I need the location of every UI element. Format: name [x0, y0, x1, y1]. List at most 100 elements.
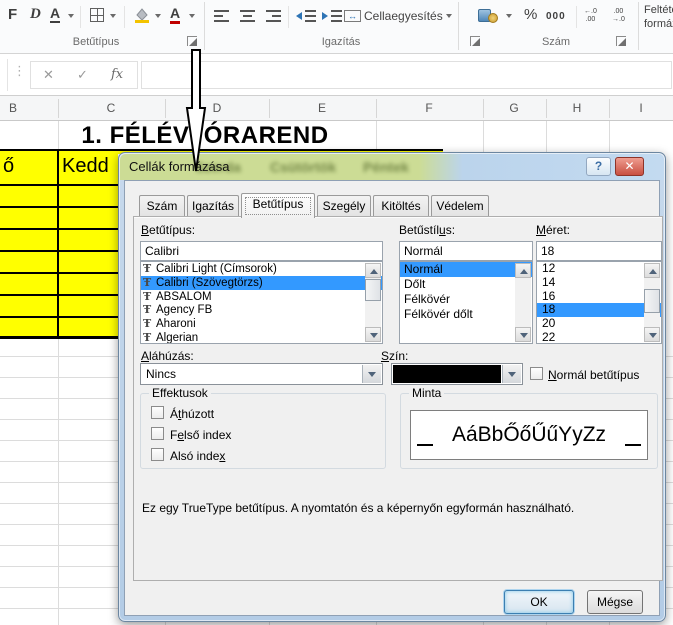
font-name-input[interactable]: Calibri [140, 241, 383, 261]
increase-indent-button[interactable] [322, 10, 342, 22]
decrease-indent-button[interactable] [296, 10, 316, 22]
font-list-item-selected[interactable]: ŦCalibri (Szövegtörzs) [141, 276, 382, 290]
fill-color-dropdown-icon[interactable] [155, 14, 161, 18]
column-header-g[interactable]: G [509, 101, 518, 115]
size-item-selected[interactable]: 18 [537, 303, 661, 317]
font-description: Ez egy TrueType betűtípus. A nyomtatón é… [142, 501, 657, 515]
font-color-button[interactable]: A [170, 6, 180, 24]
conditional-formatting-button-line2[interactable]: formázá [644, 18, 673, 30]
font-list-item[interactable]: ŦAgency FB [141, 303, 382, 317]
tab-kitoltes[interactable]: Kitöltés [373, 195, 429, 217]
column-header-i[interactable]: I [639, 101, 642, 115]
color-swatch [393, 365, 501, 383]
subscript-checkbox[interactable] [151, 448, 164, 461]
number-dialog-launcher[interactable] [616, 36, 626, 46]
number-format-dropdown-icon[interactable] [506, 14, 512, 18]
style-item[interactable]: Félkövér dőlt [400, 307, 532, 322]
font-list-scrollbar[interactable] [365, 263, 381, 342]
cell-tuesday[interactable]: Kedd [62, 155, 109, 178]
tab-igazitas[interactable]: Igazítás [187, 195, 239, 217]
number-format-button[interactable] [478, 8, 498, 23]
font-color-dropdown-icon[interactable] [189, 14, 195, 18]
scroll-down-icon[interactable] [365, 327, 381, 342]
size-item[interactable]: 14 [537, 276, 661, 290]
percent-style-button[interactable]: % [524, 6, 537, 23]
scroll-thumb[interactable] [644, 289, 660, 313]
formula-input[interactable] [141, 61, 672, 89]
column-header-f[interactable]: F [425, 101, 432, 115]
timetable[interactable] [0, 151, 118, 337]
sheet-title-cell[interactable]: 1. FÉLÉVI ÓRAREND [80, 121, 330, 151]
dropdown-button[interactable] [362, 365, 381, 383]
tab-vedelem[interactable]: Védelem [431, 195, 489, 217]
tab-szegely[interactable]: Szegély [317, 195, 371, 217]
scroll-up-icon[interactable] [644, 263, 660, 278]
align-right-button[interactable] [266, 10, 281, 22]
font-style-input[interactable]: Normál [399, 241, 533, 261]
size-item[interactable]: 12 [537, 262, 661, 276]
insert-function-icon[interactable]: fx [111, 67, 123, 82]
size-list-scrollbar[interactable] [644, 263, 660, 342]
scroll-down-icon[interactable] [515, 327, 531, 342]
alignment-dialog-launcher[interactable] [470, 36, 480, 46]
merge-cells-button[interactable]: Cellaegyesítés [364, 9, 443, 23]
size-item[interactable]: 16 [537, 290, 661, 304]
merge-cells-icon[interactable]: ↔ [344, 10, 361, 22]
increase-decimal-button[interactable]: ←.0.00 [584, 8, 597, 24]
help-button[interactable]: ? [586, 157, 611, 176]
separator [7, 59, 8, 91]
borders-dropdown-icon[interactable] [110, 14, 116, 18]
style-item[interactable]: Dőlt [400, 277, 532, 292]
comma-style-button[interactable]: 000 [546, 11, 566, 22]
font-list-item[interactable]: ŦAlgerian [141, 331, 382, 344]
enter-icon[interactable]: ✓ [77, 67, 88, 83]
column-header-b[interactable]: B [9, 101, 17, 115]
cancel-icon[interactable]: ✕ [43, 67, 54, 83]
close-button[interactable]: ✕ [615, 157, 644, 176]
fill-color-button[interactable] [133, 7, 151, 29]
size-item[interactable]: 22 [537, 331, 661, 344]
merge-dropdown-icon[interactable] [446, 14, 452, 18]
column-header-e[interactable]: E [318, 101, 326, 115]
underline-dropdown-icon[interactable] [68, 14, 74, 18]
dialog-titlebar[interactable]: Szerda Csütörtök Péntek Cellák formázása… [120, 154, 664, 180]
size-input[interactable]: 18 [536, 241, 662, 261]
column-header-c[interactable]: C [107, 101, 116, 115]
superscript-checkbox[interactable] [151, 427, 164, 440]
tab-betutipus[interactable]: Betűtípus [241, 193, 315, 218]
scroll-up-icon[interactable] [515, 263, 531, 278]
borders-button[interactable] [90, 8, 104, 22]
font-style-label: Betűstílus: [399, 223, 455, 237]
coin-icon [488, 13, 498, 23]
decrease-decimal-button[interactable]: .00→.0 [612, 8, 625, 24]
column-header-h[interactable]: H [573, 101, 582, 115]
scroll-down-icon[interactable] [644, 327, 660, 342]
column-header-d[interactable]: D [213, 101, 222, 115]
align-center-button[interactable] [240, 10, 255, 22]
align-left-button[interactable] [214, 10, 229, 22]
font-dialog-launcher[interactable] [187, 36, 197, 46]
underline-button[interactable]: A [50, 6, 60, 23]
size-item[interactable]: 20 [537, 317, 661, 331]
style-list-scrollbar[interactable] [515, 263, 531, 342]
font-list-item[interactable]: ŦABSALOM [141, 290, 382, 304]
font-list-item[interactable]: ŦCalibri Light (Címsorok) [141, 262, 382, 276]
style-item-selected[interactable]: Normál [400, 262, 532, 277]
bold-button[interactable]: F [8, 6, 17, 23]
tab-szam[interactable]: Szám [139, 195, 185, 217]
dropdown-button[interactable] [502, 365, 521, 383]
ghost-text-friday: Péntek [363, 159, 409, 175]
underline-combobox[interactable]: Nincs [140, 363, 383, 385]
cell-monday[interactable]: ő [3, 155, 14, 178]
style-item[interactable]: Félkövér [400, 292, 532, 307]
scroll-thumb[interactable] [365, 279, 381, 301]
strikethrough-checkbox[interactable] [151, 406, 164, 419]
font-list-item[interactable]: ŦAharoni [141, 317, 382, 331]
color-combobox[interactable] [391, 363, 523, 385]
normal-font-checkbox[interactable] [530, 367, 543, 380]
italic-button[interactable]: D [30, 6, 41, 23]
cancel-button[interactable]: Mégse [587, 590, 643, 614]
scroll-up-icon[interactable] [365, 263, 381, 278]
ok-button[interactable]: OK [504, 590, 574, 614]
conditional-formatting-button[interactable]: Feltéte [644, 4, 673, 16]
